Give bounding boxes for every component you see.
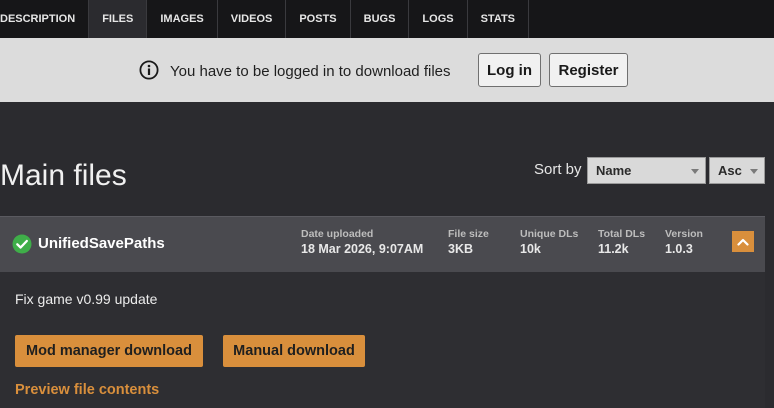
file-description: Fix game v0.99 update [15,291,158,307]
tab-files[interactable]: FILES [89,0,148,38]
stat-total-downloads: Total DLs 11.2k [598,228,645,257]
page-title: Main files [0,159,127,192]
stat-label: File size [448,228,489,240]
tab-description[interactable]: DESCRIPTION [0,0,90,38]
file-name: UnifiedSavePaths [38,235,165,252]
tab-posts[interactable]: POSTS [286,0,351,38]
tab-bar-filler [529,0,774,38]
tab-bugs[interactable]: BUGS [351,0,410,38]
tab-logs[interactable]: LOGS [409,0,468,38]
stat-value: 10k [520,242,541,256]
sort-by-label: Sort by [534,161,582,178]
stat-date-uploaded: Date uploaded 18 Mar 2026, 9:07AM [301,228,423,257]
manual-download-button[interactable]: Manual download [223,335,365,367]
chevron-down-icon [750,169,758,174]
login-required-message: You have to be logged in to download fil… [170,63,451,80]
stat-value: 3KB [448,242,474,256]
chevron-up-icon [737,238,749,246]
tab-bar: DESCRIPTION FILES IMAGES VIDEOS POSTS BU… [0,0,774,38]
stat-value: 18 Mar 2026, 9:07AM [301,242,424,256]
sort-direction-value: Asc [718,163,742,178]
log-in-button[interactable]: Log in [478,53,541,87]
tab-stats[interactable]: STATS [468,0,530,38]
stat-file-size: File size 3KB [448,228,489,257]
tab-videos[interactable]: VIDEOS [218,0,287,38]
register-button[interactable]: Register [549,53,628,87]
info-icon [139,60,159,85]
sort-direction-select[interactable]: Asc [709,157,765,184]
sort-field-value: Name [596,163,632,178]
sort-field-select[interactable]: Name [587,157,706,184]
tab-images[interactable]: IMAGES [147,0,218,38]
stat-label: Version [665,228,703,240]
stat-unique-downloads: Unique DLs 10k [520,228,578,257]
stat-label: Total DLs [598,228,646,240]
mod-manager-download-button[interactable]: Mod manager download [15,335,203,367]
stat-label: Date uploaded [301,228,374,240]
preview-file-contents-link[interactable]: Preview file contents [15,382,159,398]
chevron-down-icon [691,169,699,174]
collapse-file-button[interactable] [732,231,754,252]
check-circle-icon [12,234,32,259]
stat-value: 1.0.3 [665,242,693,256]
stat-version: Version 1.0.3 [665,228,703,257]
stat-label: Unique DLs [520,228,579,240]
stat-value: 11.2k [598,242,629,256]
